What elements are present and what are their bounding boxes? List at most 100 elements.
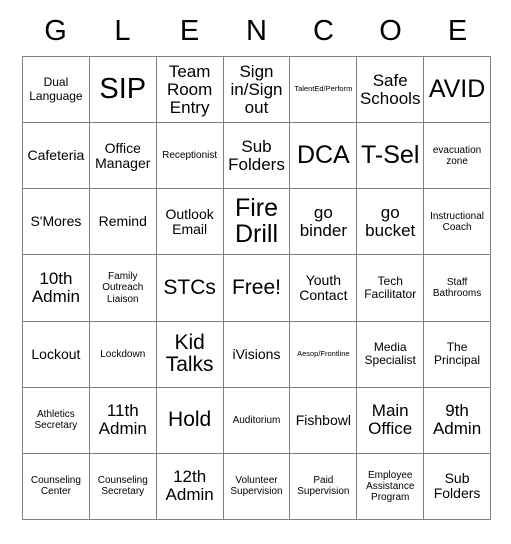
- bingo-cell-label: Tech Facilitator: [364, 273, 417, 301]
- bingo-cell-label: Media Specialist: [364, 339, 416, 368]
- bingo-cell-label: Team Room Entry: [166, 61, 213, 117]
- bingo-cell-r5-c4[interactable]: iVisions: [223, 321, 291, 388]
- bingo-cell-r4-c6[interactable]: Tech Facilitator: [357, 255, 425, 322]
- bingo-cell-r3-c7[interactable]: Instructional Coach: [424, 189, 491, 256]
- bingo-cell-label: Sub Folders: [228, 136, 285, 174]
- bingo-header-letter-1: G: [44, 15, 67, 47]
- bingo-cell-label: Counseling Center: [30, 475, 81, 498]
- bingo-cell-r1-c1[interactable]: Dual Language: [23, 57, 90, 124]
- bingo-cell-r5-c3[interactable]: Kid Talks: [156, 321, 224, 388]
- bingo-cell-label: Fire Drill: [234, 194, 279, 248]
- bingo-header-letter-5: C: [313, 15, 334, 47]
- bingo-cell-r5-c1[interactable]: Lockout: [23, 321, 90, 388]
- bingo-cell-r1-c5[interactable]: TalentEd/Perform: [290, 57, 358, 124]
- bingo-cell-label: Hold: [168, 408, 212, 432]
- bingo-cell-label: Sub Folders: [433, 470, 481, 502]
- bingo-cell-label: Staff Bathrooms: [432, 276, 482, 299]
- bingo-cell-r3-c2[interactable]: Remind: [89, 189, 157, 256]
- bingo-cell-label: Paid Supervision: [297, 475, 350, 498]
- bingo-cell-r6-c7[interactable]: 9th Admin: [424, 387, 491, 454]
- bingo-header-letter-3: E: [179, 15, 200, 47]
- bingo-cell-r2-c6[interactable]: T-Sel: [357, 123, 425, 190]
- bingo-cell-label: 12th Admin: [165, 467, 214, 505]
- bingo-cell-r5-c7[interactable]: The Principal: [424, 321, 491, 388]
- bingo-cell-label: Athletics Secretary: [34, 409, 78, 432]
- bingo-cell-r2-c5[interactable]: DCA: [290, 123, 358, 190]
- bingo-cell-label: TalentEd/Perform: [294, 84, 353, 94]
- bingo-cell-label: Lockout: [31, 345, 81, 362]
- bingo-header-letter-7: E: [447, 15, 468, 47]
- bingo-cell-label: Auditorium: [232, 414, 281, 426]
- bingo-header-letters: GLENCOE: [22, 8, 491, 54]
- bingo-cell-label: 9th Admin: [432, 401, 482, 439]
- bingo-cell-label: iVisions: [232, 345, 281, 362]
- bingo-cell-label: T-Sel: [361, 140, 420, 169]
- bingo-cell-r2-c4[interactable]: Sub Folders: [223, 123, 291, 190]
- bingo-cell-r2-c3[interactable]: Receptionist: [156, 123, 224, 190]
- bingo-cell-r6-c1[interactable]: Athletics Secretary: [23, 387, 90, 454]
- bingo-cell-label: Family Outreach Liaison: [102, 271, 144, 305]
- bingo-cell-label: 11th Admin: [98, 401, 147, 439]
- bingo-cell-label: go bucket: [365, 202, 416, 240]
- bingo-cell-r1-c3[interactable]: Team Room Entry: [156, 57, 224, 124]
- bingo-cell-r6-c4[interactable]: Auditorium: [223, 387, 291, 454]
- bingo-cell-r6-c3[interactable]: Hold: [156, 387, 224, 454]
- bingo-cell-r3-c5[interactable]: go binder: [290, 189, 358, 256]
- bingo-cell-label: Main Office: [368, 401, 413, 439]
- bingo-cell-label: 10th Admin: [31, 268, 81, 306]
- bingo-cell-label: Remind: [98, 213, 147, 230]
- bingo-cell-label: Safe Schools: [359, 70, 421, 108]
- bingo-cell-r4-c3[interactable]: STCs: [156, 255, 224, 322]
- bingo-cell-label: Dual Language: [29, 75, 83, 103]
- bingo-cell-r7-c5[interactable]: Paid Supervision: [290, 453, 358, 520]
- bingo-grid: Dual Language SIP Team Room Entry Sign in/S…: [22, 56, 491, 520]
- bingo-cell-label: Outlook Email: [165, 205, 214, 237]
- bingo-header-letter-6: O: [379, 15, 402, 47]
- bingo-cell-label: Sign in/Sign out: [230, 61, 283, 117]
- bingo-cell-r1-c6[interactable]: Safe Schools: [357, 57, 425, 124]
- bingo-cell-r7-c4[interactable]: Volunteer Supervision: [223, 453, 291, 520]
- bingo-cell-r3-c1[interactable]: S'Mores: [23, 189, 90, 256]
- bingo-cell-r1-c7[interactable]: AVID: [424, 57, 491, 124]
- bingo-cell-r5-c5[interactable]: Aesop/Frontline: [290, 321, 358, 388]
- bingo-cell-label: Aesop/Frontline: [297, 348, 350, 358]
- bingo-cell-r4-c1[interactable]: 10th Admin: [23, 255, 90, 322]
- bingo-cell-label: SIP: [99, 73, 147, 106]
- bingo-cell-label: go binder: [299, 202, 347, 240]
- bingo-cell-label: Cafeteria: [27, 147, 85, 164]
- bingo-cell-label: Office Manager: [95, 139, 151, 171]
- bingo-cell-label: STCs: [163, 276, 216, 300]
- bingo-cell-r5-c2[interactable]: Lockdown: [89, 321, 157, 388]
- bingo-cell-r2-c2[interactable]: Office Manager: [89, 123, 157, 190]
- bingo-cell-r6-c2[interactable]: 11th Admin: [89, 387, 157, 454]
- bingo-cell-r7-c2[interactable]: Counseling Secretary: [89, 453, 157, 520]
- bingo-cell-r5-c6[interactable]: Media Specialist: [357, 321, 425, 388]
- bingo-header-letter-4: N: [246, 15, 267, 47]
- bingo-cell-r7-c1[interactable]: Counseling Center: [23, 453, 90, 520]
- bingo-cell-free-space[interactable]: Free!: [223, 255, 291, 322]
- bingo-cell-r6-c5[interactable]: Fishbowl: [290, 387, 358, 454]
- bingo-cell-r2-c1[interactable]: Cafeteria: [23, 123, 90, 190]
- bingo-cell-r4-c2[interactable]: Family Outreach Liaison: [89, 255, 157, 322]
- bingo-cell-label: AVID: [428, 74, 486, 103]
- bingo-cell-r2-c7[interactable]: evacuation zone: [424, 123, 491, 190]
- bingo-cell-r7-c3[interactable]: 12th Admin: [156, 453, 224, 520]
- bingo-cell-label: Volunteer Supervision: [230, 475, 283, 498]
- bingo-cell-r1-c2[interactable]: SIP: [89, 57, 157, 124]
- bingo-cell-label: Counseling Secretary: [97, 475, 148, 498]
- bingo-cell-label: S'Mores: [30, 213, 82, 230]
- bingo-cell-label: DCA: [296, 140, 350, 169]
- bingo-cell-label: Instructional Coach: [430, 210, 485, 233]
- bingo-cell-r4-c5[interactable]: Youth Contact: [290, 255, 358, 322]
- bingo-card: G L E N C O E Dual Language SIP Team Room Entry S…: [0, 0, 511, 544]
- bingo-cell-r7-c6[interactable]: Employee Assistance Program: [357, 453, 425, 520]
- bingo-cell-label: Employee Assistance Program: [366, 469, 415, 504]
- bingo-cell-r3-c4[interactable]: Fire Drill: [223, 189, 291, 256]
- bingo-cell-r7-c7[interactable]: Sub Folders: [424, 453, 491, 520]
- bingo-cell-r1-c4[interactable]: Sign in/Sign out: [223, 57, 291, 124]
- bingo-cell-r4-c7[interactable]: Staff Bathrooms: [424, 255, 491, 322]
- bingo-cell-r3-c3[interactable]: Outlook Email: [156, 189, 224, 256]
- bingo-cell-label: Lockdown: [100, 348, 146, 360]
- bingo-cell-r3-c6[interactable]: go bucket: [357, 189, 425, 256]
- bingo-cell-r6-c6[interactable]: Main Office: [357, 387, 425, 454]
